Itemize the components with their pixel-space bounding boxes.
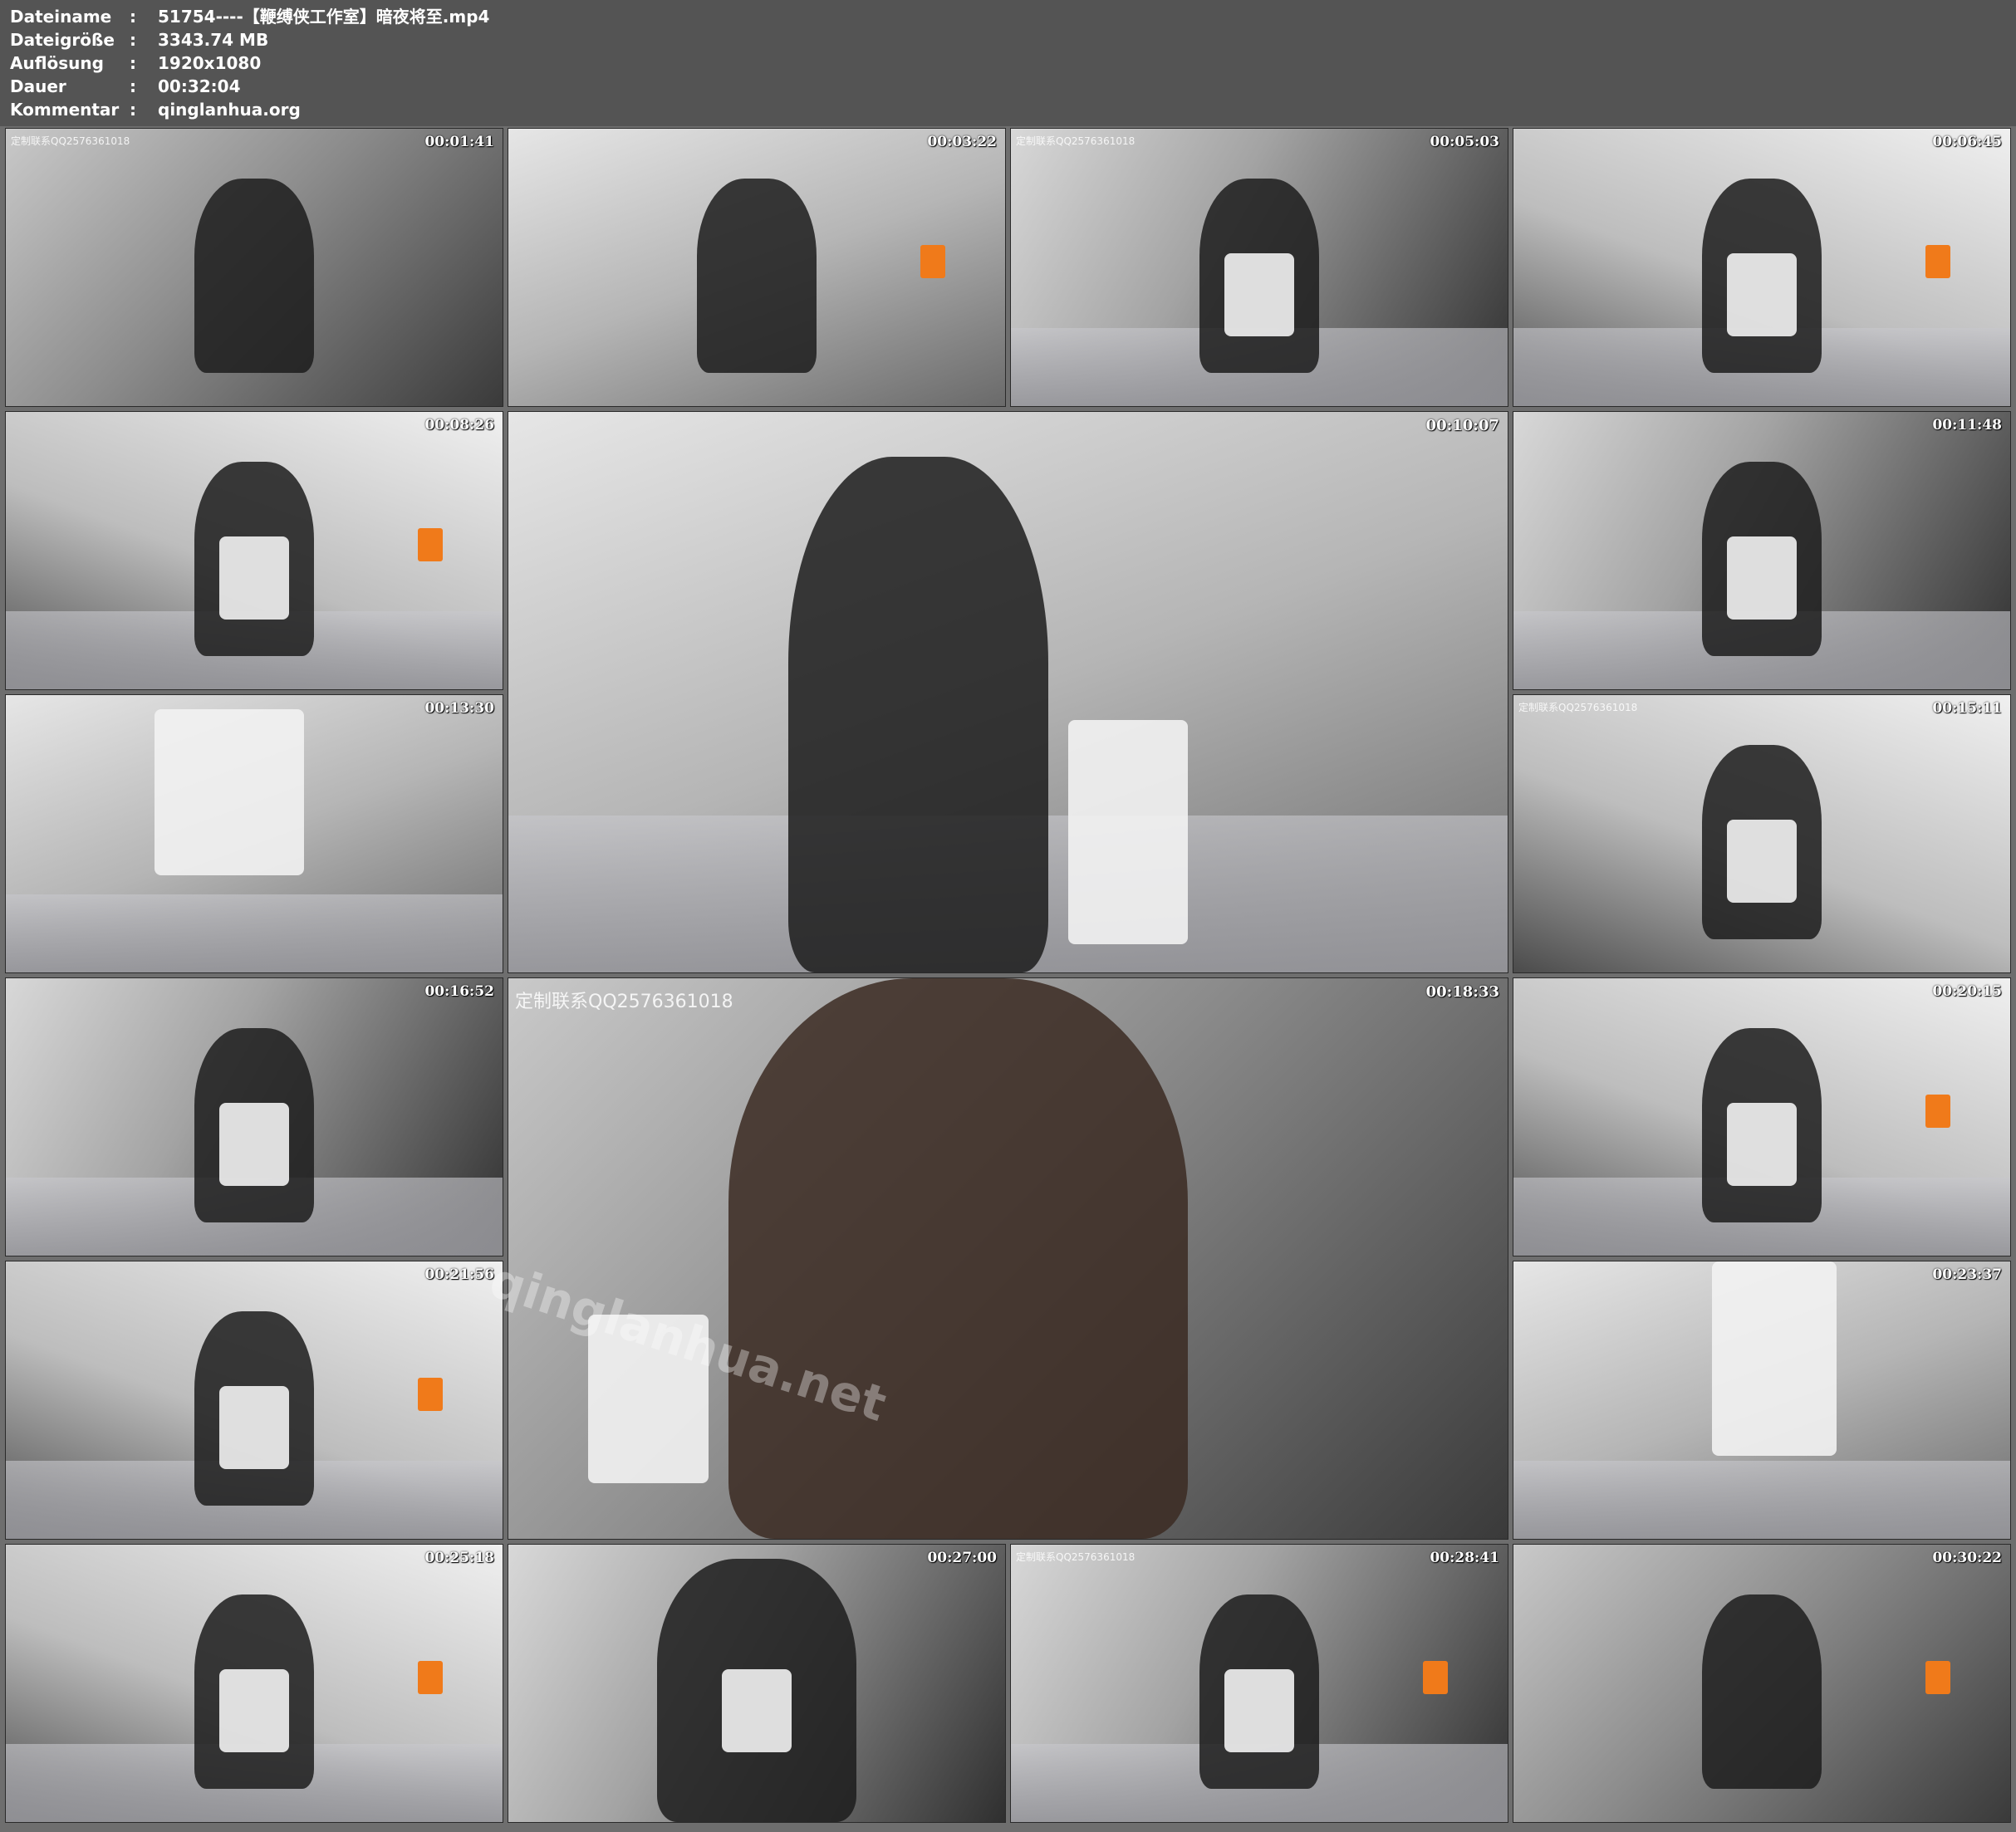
thumbnail-apron xyxy=(1727,820,1797,904)
thumbnail-timestamp: 00:20:15 xyxy=(1932,983,2002,1000)
thumbnail-figure xyxy=(728,978,1189,1539)
thumbnail-accent xyxy=(418,1661,444,1695)
thumbnail[interactable]: 定制联系QQ2576361018 00:15:11 xyxy=(1513,694,2011,973)
info-separator: : xyxy=(130,7,136,27)
info-separator: : xyxy=(130,76,136,96)
thumbnail[interactable]: 00:21:56 xyxy=(5,1261,503,1540)
info-row-resolution: Auflösung: 1920x1080 xyxy=(10,51,261,75)
thumbnail-timestamp: 00:10:07 xyxy=(1425,417,1499,434)
info-label: Auflösung xyxy=(10,53,104,73)
info-header: Dateiname: 51754----【鞭缚侠工作室】暗夜将至.mp4 Date… xyxy=(0,0,2016,126)
thumbnail-timestamp: 00:03:22 xyxy=(927,134,997,150)
thumbnail-watermark: 定制联系QQ2576361018 xyxy=(515,992,733,1012)
thumbnail-timestamp: 00:11:48 xyxy=(1932,417,2002,434)
thumbnail-apron xyxy=(1727,536,1797,620)
info-row-comment: Kommentar: qinglanhua.org xyxy=(10,98,301,121)
thumbnail-timestamp: 00:05:03 xyxy=(1430,134,1499,150)
thumbnail[interactable]: 00:16:52 xyxy=(5,977,503,1256)
thumbnail[interactable]: 00:20:15 xyxy=(1513,977,2011,1256)
info-label: Dateiname xyxy=(10,7,112,27)
thumbnail-accent xyxy=(1925,245,1951,279)
thumbnail[interactable]: 00:13:30 xyxy=(5,694,503,973)
info-value: 00:32:04 xyxy=(158,76,241,96)
thumbnail-accent xyxy=(418,1378,444,1412)
thumbnail-floor xyxy=(6,894,503,972)
info-value: 1920x1080 xyxy=(158,53,262,73)
thumbnail-timestamp: 00:08:26 xyxy=(424,417,494,434)
thumbnail[interactable]: 00:30:22 xyxy=(1513,1544,2011,1823)
thumbnail[interactable]: 00:06:45 xyxy=(1513,128,2011,407)
info-row-duration: Dauer: 00:32:04 xyxy=(10,75,241,98)
thumbnail-floor xyxy=(1513,1461,2010,1539)
thumbnail-watermark: 定制联系QQ2576361018 xyxy=(1518,702,1638,713)
info-separator: : xyxy=(130,100,136,120)
thumbnail-timestamp: 00:27:00 xyxy=(927,1550,997,1566)
thumbnail-apron xyxy=(1727,253,1797,337)
thumbnail[interactable]: 定制联系QQ2576361018 00:28:41 xyxy=(1010,1544,1508,1823)
thumbnail-timestamp: 00:30:22 xyxy=(1932,1550,2002,1566)
info-label: Kommentar xyxy=(10,100,120,120)
thumbnail-apron xyxy=(219,1669,289,1753)
thumbnail-timestamp: 00:06:45 xyxy=(1932,134,2002,150)
thumbnail-figure xyxy=(787,457,1048,972)
info-label: Dauer xyxy=(10,76,66,96)
thumbnail[interactable]: 00:11:48 xyxy=(1513,411,2011,690)
info-row-filename: Dateiname: 51754----【鞭缚侠工作室】暗夜将至.mp4 xyxy=(10,5,489,28)
thumbnail-accent xyxy=(418,528,444,562)
thumbnail-timestamp: 00:25:18 xyxy=(424,1550,494,1566)
info-separator: : xyxy=(130,30,136,50)
thumbnail-large[interactable]: 定制联系QQ2576361018 00:18:33 xyxy=(508,977,1508,1540)
thumbnail[interactable]: 00:23:37 xyxy=(1513,1261,2011,1540)
thumbnail-watermark: 定制联系QQ2576361018 xyxy=(1016,135,1136,147)
info-separator: : xyxy=(130,53,136,73)
thumbnail-timestamp: 00:21:56 xyxy=(424,1266,494,1283)
thumbnail[interactable]: 00:27:00 xyxy=(508,1544,1006,1823)
thumbnail-timestamp: 00:13:30 xyxy=(424,700,494,717)
thumbnail[interactable]: 00:08:26 xyxy=(5,411,503,690)
thumbnail-timestamp: 00:18:33 xyxy=(1425,983,1499,1001)
thumbnail-apron xyxy=(155,708,304,876)
thumbnail[interactable]: 00:25:18 xyxy=(5,1544,503,1823)
thumbnail-timestamp: 00:01:41 xyxy=(424,134,494,150)
thumbnail-grid: 定制联系QQ2576361018 00:01:41 00:03:22 定制联系Q… xyxy=(0,126,2016,1832)
thumbnail-accent xyxy=(1925,1661,1951,1695)
thumbnail-apron xyxy=(722,1669,792,1753)
thumbnail-apron xyxy=(219,1103,289,1187)
thumbnail-apron xyxy=(219,1386,289,1470)
info-value: qinglanhua.org xyxy=(158,100,301,120)
thumbnail-apron xyxy=(219,536,289,620)
thumbnail[interactable]: 00:03:22 xyxy=(508,128,1006,407)
thumbnail-timestamp: 00:28:41 xyxy=(1430,1550,1499,1566)
info-value: 51754----【鞭缚侠工作室】暗夜将至.mp4 xyxy=(158,7,490,27)
thumbnail-accent xyxy=(1423,1661,1449,1695)
thumbnail-apron xyxy=(1067,720,1189,945)
thumbnail-apron xyxy=(1712,1261,1837,1456)
thumbnail-large[interactable]: 00:10:07 xyxy=(508,411,1508,973)
thumbnail-figure xyxy=(1702,1594,1822,1789)
thumbnail-watermark: 定制联系QQ2576361018 xyxy=(1016,1551,1136,1563)
info-label: Dateigröße xyxy=(10,30,115,50)
thumbnail[interactable]: 定制联系QQ2576361018 00:05:03 xyxy=(1010,128,1508,407)
thumbnail[interactable]: 定制联系QQ2576361018 00:01:41 xyxy=(5,128,503,407)
thumbnail-apron xyxy=(1727,1103,1797,1187)
thumbnail-watermark: 定制联系QQ2576361018 xyxy=(11,135,130,147)
thumbnail-apron xyxy=(1224,253,1294,337)
info-value: 3343.74 MB xyxy=(158,30,269,50)
thumbnail-timestamp: 00:16:52 xyxy=(424,983,494,1000)
thumbnail-accent xyxy=(1925,1095,1951,1129)
info-row-filesize: Dateigröße: 3343.74 MB xyxy=(10,28,268,51)
thumbnail-accent xyxy=(920,245,946,279)
thumbnail-figure xyxy=(697,179,817,373)
thumbnail-timestamp: 00:23:37 xyxy=(1932,1266,2002,1283)
thumbnail-apron xyxy=(1224,1669,1294,1753)
thumbnail-timestamp: 00:15:11 xyxy=(1932,700,2002,717)
thumbnail-figure xyxy=(194,179,314,373)
